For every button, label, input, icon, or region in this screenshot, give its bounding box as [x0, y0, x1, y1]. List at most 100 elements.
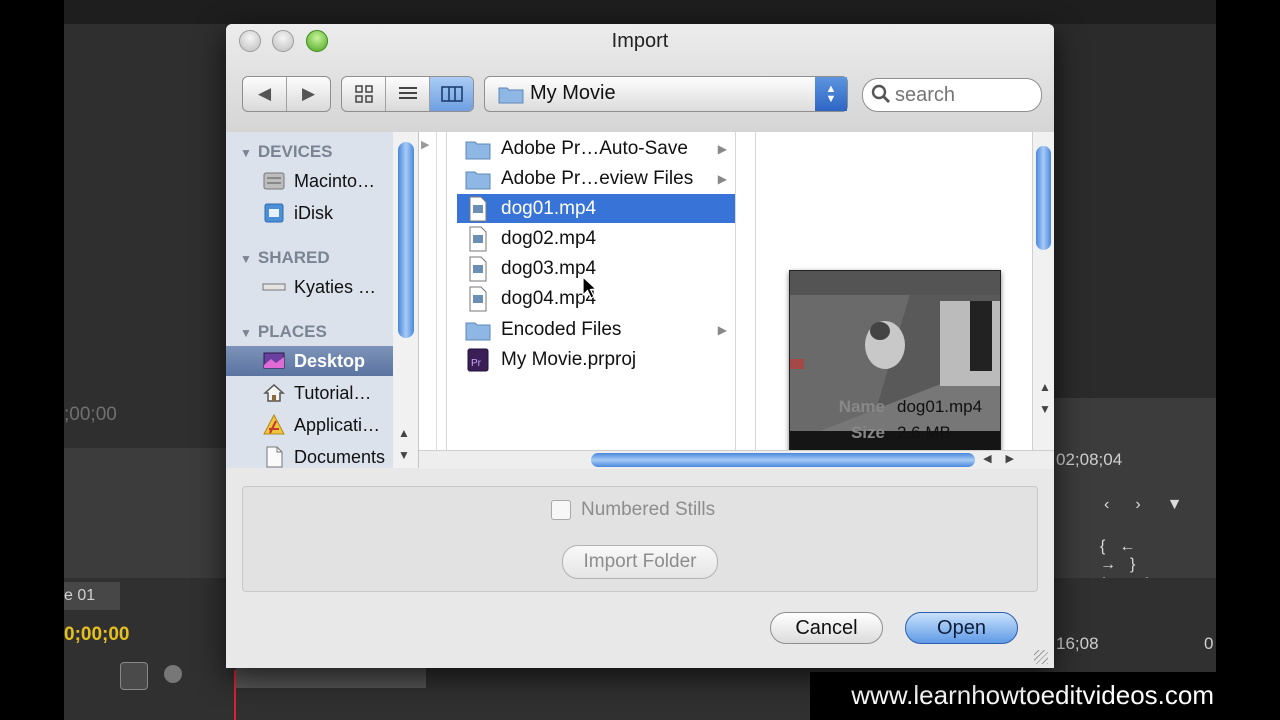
history-nav: ◀ ▶ — [242, 76, 331, 112]
idisk-icon — [264, 203, 284, 223]
bg-timecode-left: ;00;00 — [64, 404, 117, 425]
bg-timecode-right: 02;08;04 — [1056, 450, 1123, 469]
sidebar-item-applications[interactable]: Applicati… — [226, 410, 393, 440]
scroll-down-icon[interactable]: ▼ — [398, 448, 410, 462]
sequence-tab-label: e 01 — [64, 587, 96, 604]
sidebar-scrollbar[interactable]: ▲ ▼ — [393, 132, 419, 468]
scroll-up-icon[interactable]: ▲ — [1039, 380, 1051, 394]
cancel-button[interactable]: Cancel — [770, 612, 883, 644]
column-chevron-icon: ▶ — [421, 139, 430, 151]
forward-button[interactable]: ▶ — [287, 77, 330, 111]
sidebar-item-desktop[interactable]: Desktop — [226, 346, 393, 376]
numbered-stills-label: Numbered Stills — [581, 499, 716, 520]
preview-size-value: 2.6 MB — [897, 423, 951, 442]
sidebar-item-idisk[interactable]: iDisk — [226, 198, 393, 228]
file-browser: ▼ DEVICES Macinto… iDisk ▼ SHARED Kyaties … — [226, 132, 1054, 469]
file-label: dog04.mp4 — [501, 287, 597, 309]
scroll-up-icon[interactable]: ▲ — [398, 426, 410, 440]
file-label: dog01.mp4 — [501, 197, 597, 219]
sidebar-item-macintosh[interactable]: Macinto… — [226, 166, 393, 196]
column-divider[interactable] — [735, 132, 736, 450]
premiere-project-icon: Pr — [467, 348, 489, 371]
documents-icon — [266, 446, 283, 468]
horizontal-scrollbar[interactable]: ◀▶ — [419, 450, 1054, 469]
video-file-icon — [469, 286, 487, 311]
import-folder-button[interactable]: Import Folder — [562, 545, 718, 579]
back-arrow-icon: ◀ — [257, 84, 272, 103]
applications-icon — [263, 413, 285, 435]
folder-icon — [498, 87, 524, 104]
back-button[interactable]: ◀ — [243, 77, 287, 111]
network-computer-icon — [262, 283, 286, 291]
file-row-prproj[interactable]: Pr My Movie.prproj — [457, 345, 735, 374]
preview-name-label: Name — [838, 397, 885, 416]
sidebar-item-label: Applicati… — [294, 414, 381, 435]
parent-column[interactable]: ▶ — [419, 132, 437, 450]
marker-icon[interactable] — [164, 665, 182, 683]
bg-ctrl-row1: ‹›▼ — [1104, 496, 1209, 513]
desktop-icon — [263, 352, 285, 369]
hard-drive-icon — [263, 172, 285, 190]
scroll-left-right-icon[interactable]: ◀▶ — [983, 452, 1028, 465]
playhead[interactable] — [234, 670, 236, 720]
open-button[interactable]: Open — [905, 612, 1018, 644]
shared-header[interactable]: ▼ SHARED — [240, 248, 330, 268]
video-file-icon — [469, 256, 487, 281]
column-divider[interactable] — [446, 132, 447, 450]
folder-icon — [465, 171, 491, 189]
scroll-down-icon[interactable]: ▼ — [1039, 402, 1051, 416]
video-file-icon — [469, 226, 487, 251]
chevron-right-icon: ▶ — [717, 141, 727, 156]
preview-name-value: dog01.mp4 — [897, 397, 983, 416]
file-row-dog01[interactable]: dog01.mp4 — [457, 194, 735, 223]
folder-icon — [465, 141, 491, 159]
snap-icon[interactable] — [120, 662, 148, 690]
home-icon — [263, 383, 285, 402]
sidebar-item-tutorial[interactable]: Tutorial… — [226, 378, 393, 408]
horizontal-scroll-thumb[interactable] — [591, 453, 975, 467]
list-view-button[interactable] — [386, 77, 430, 111]
file-row-preview-files[interactable]: Adobe Pr…eview Files ▶ — [457, 164, 735, 193]
preview-scroll-thumb[interactable] — [1036, 146, 1051, 250]
file-row-dog02[interactable]: dog02.mp4 — [457, 224, 735, 253]
sidebar-item-kyaties[interactable]: Kyaties … — [226, 272, 393, 302]
bg-timeline-bar — [236, 668, 426, 688]
location-popup[interactable]: My Movie ▲ ▼ — [484, 76, 848, 112]
mouse-cursor-icon — [582, 276, 598, 299]
resize-grip-icon[interactable] — [1034, 650, 1048, 664]
grid-icon — [354, 85, 373, 103]
sidebar-scroll-thumb[interactable] — [398, 142, 414, 338]
search-icon — [871, 84, 890, 103]
places-header[interactable]: ▼ PLACES — [240, 322, 327, 342]
bg-top-strip — [64, 0, 1216, 24]
bg-left-controls — [64, 448, 226, 578]
search-field[interactable] — [862, 78, 1042, 112]
preview-scrollbar[interactable]: ▲ ▼ — [1032, 132, 1054, 450]
bg-sequence-tab: e 01 — [64, 582, 120, 610]
numbered-stills-checkbox[interactable] — [551, 500, 571, 520]
import-options-panel: Numbered Stills Import Folder — [242, 486, 1038, 592]
column-view-button[interactable] — [430, 77, 473, 111]
bg-timecode-seq: 0;00;00 — [64, 624, 130, 645]
file-label: Adobe Pr…eview Files — [501, 167, 694, 189]
chevron-right-icon: ▶ — [717, 171, 727, 186]
sidebar-item-label: iDisk — [294, 202, 333, 223]
file-label: dog02.mp4 — [501, 227, 597, 249]
sidebar-item-documents[interactable]: Documents — [226, 442, 393, 468]
devices-header[interactable]: ▼ DEVICES — [240, 142, 333, 162]
file-row-encoded-files[interactable]: Encoded Files ▶ — [457, 315, 735, 344]
sidebar-item-label: Documents — [294, 446, 386, 467]
search-input[interactable] — [893, 83, 1037, 108]
sidebar-item-label: Tutorial… — [294, 382, 372, 403]
numbered-stills-option[interactable]: Numbered Stills — [551, 499, 715, 521]
file-row-auto-save[interactable]: Adobe Pr…Auto-Save ▶ — [457, 134, 735, 163]
dialog-title: Import — [611, 30, 669, 52]
icon-view-button[interactable] — [342, 77, 386, 111]
preview-name-row: Name dog01.mp4 — [781, 397, 982, 417]
file-label: Encoded Files — [501, 318, 622, 340]
sidebar-item-label: Kyaties … — [294, 276, 377, 297]
file-label: Adobe Pr…Auto-Save — [501, 137, 688, 159]
bg-ruler-mark: 16;08 — [1056, 634, 1099, 653]
view-mode-switcher — [341, 76, 474, 112]
column-divider[interactable] — [755, 132, 756, 450]
